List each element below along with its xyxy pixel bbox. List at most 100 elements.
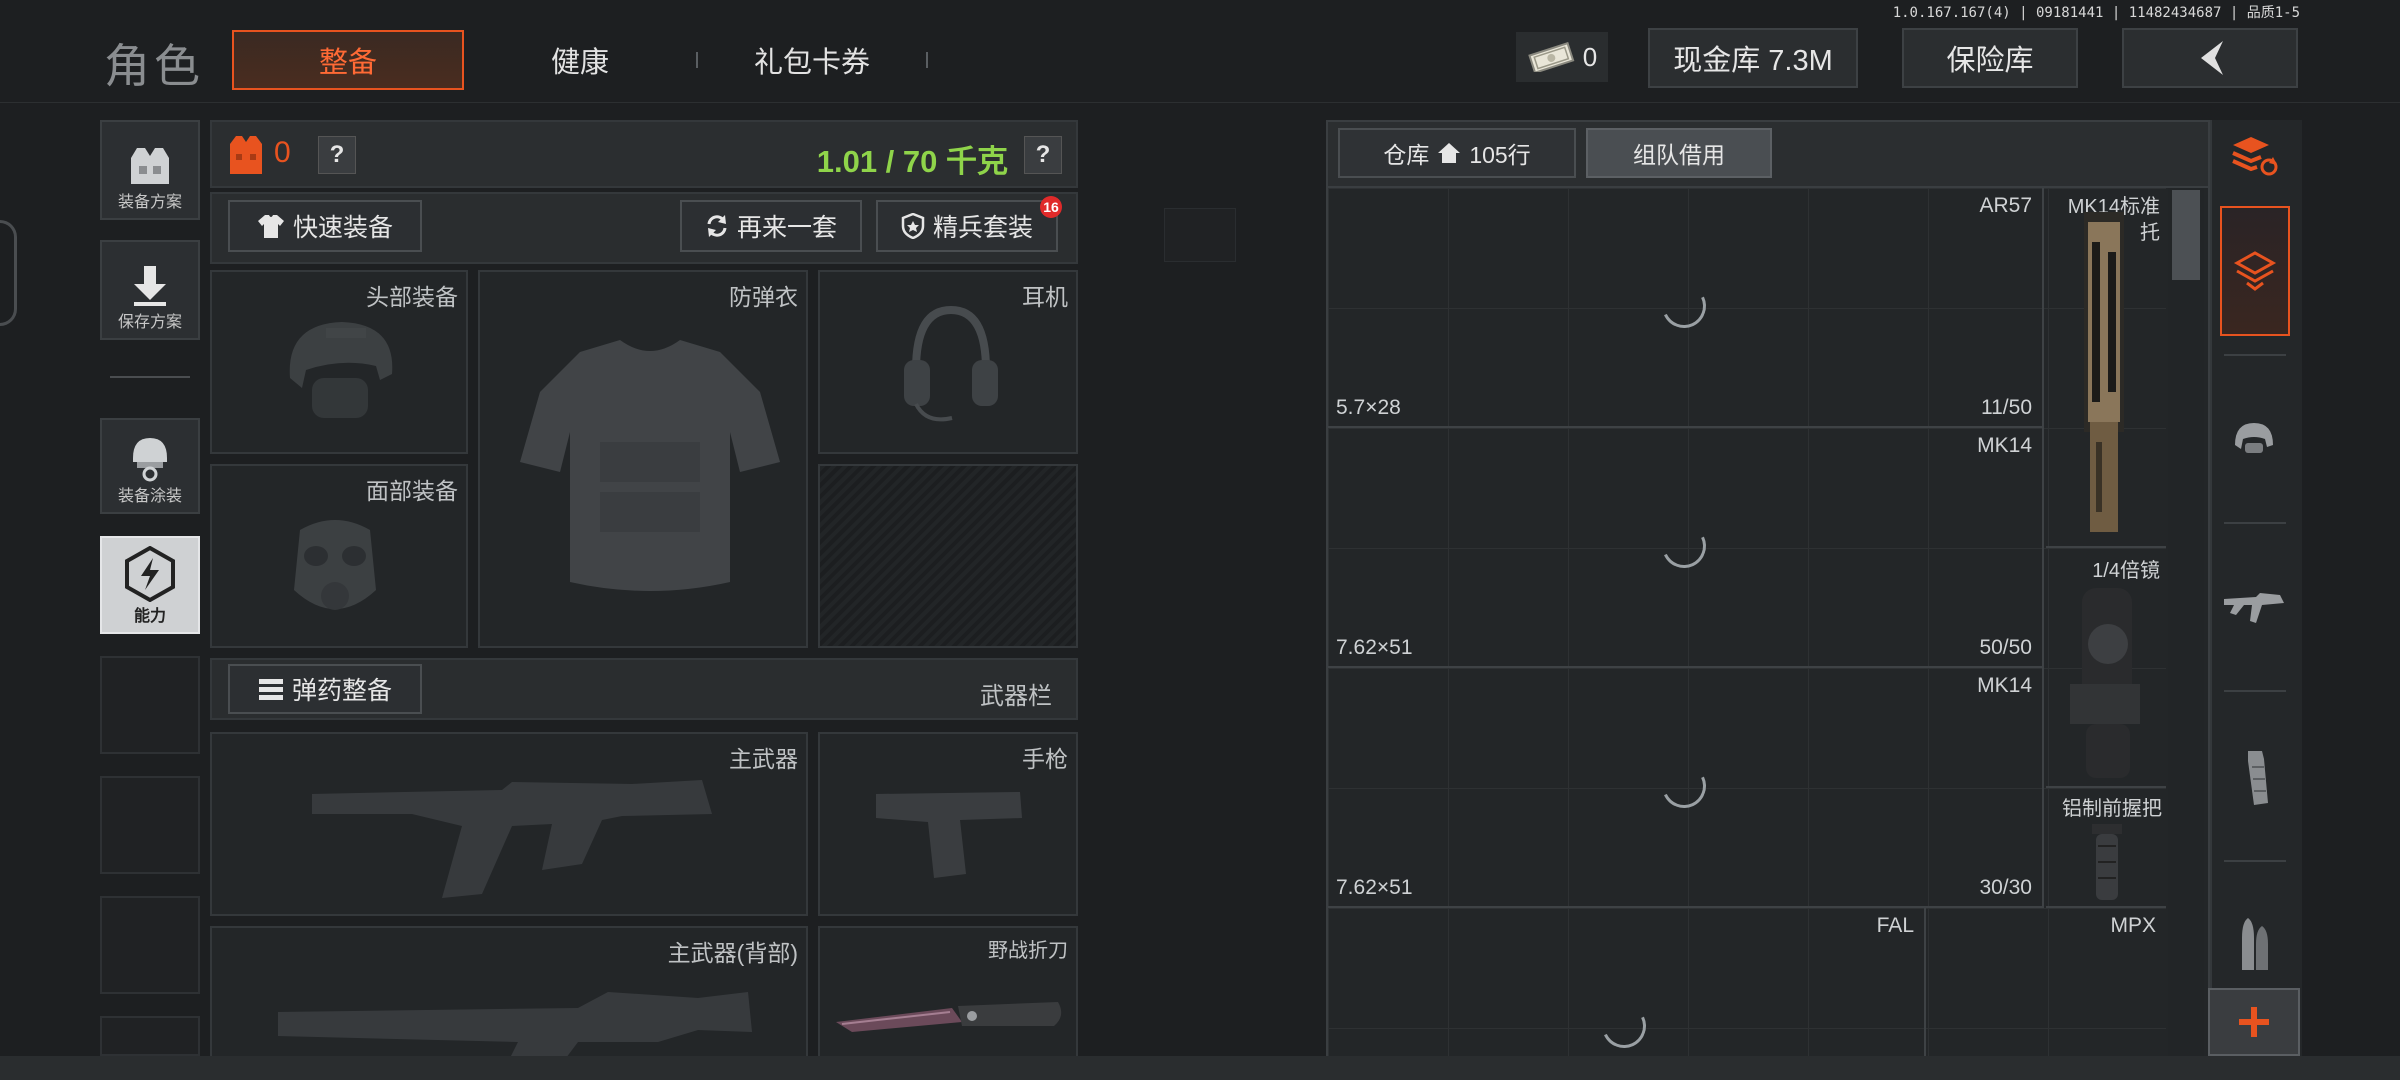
sidebar-empty-slot xyxy=(100,896,200,994)
lightning-badge-icon xyxy=(125,546,175,602)
filter-weapon-button[interactable] xyxy=(2210,566,2298,650)
tab-loadout[interactable]: 整备 xyxy=(232,30,464,90)
sidebar-empty-slot xyxy=(100,776,200,874)
chevron-left-icon xyxy=(2201,41,2223,75)
toolbar-divider xyxy=(2224,522,2286,524)
money-count: 0 xyxy=(1582,41,1598,72)
again-set-button[interactable]: 再来一套 xyxy=(680,200,862,252)
inventory-item[interactable]: 1/4倍镜 xyxy=(2046,548,2166,788)
stock-icon xyxy=(2084,212,2124,532)
item-name: MK14 xyxy=(1977,674,2032,697)
elite-badge: 16 xyxy=(1040,196,1062,218)
filter-helmet-button[interactable] xyxy=(2210,396,2298,480)
pistol-slot[interactable]: 手枪 xyxy=(818,732,1078,916)
loadout-status-bar: 0 ? 1.01 / 70 千克 ? xyxy=(210,120,1078,188)
tab-team-borrow[interactable]: 组队借用 xyxy=(1586,128,1772,178)
item-ammo: 7.62×51 xyxy=(1336,636,1413,659)
primary-weapon-slot[interactable]: 主武器 xyxy=(210,732,808,916)
inventory-item[interactable]: MK14 7.62×51 50/50 xyxy=(1328,428,2044,668)
inventory-item[interactable]: MK14 7.62×51 30/30 xyxy=(1328,668,2044,908)
weapon-bar-label: 武器栏 xyxy=(980,683,1052,710)
gas-mask-icon xyxy=(294,520,376,610)
inventory-item[interactable]: FAL xyxy=(1328,908,1926,1058)
primary-back-slot[interactable]: 主武器(背部) xyxy=(210,926,808,1058)
sidebar-item-save-plan[interactable]: 保存方案 xyxy=(100,240,200,340)
armor-icon xyxy=(230,136,262,174)
sidebar-item-ability[interactable]: 能力 xyxy=(100,536,200,634)
filter-ammo-button[interactable] xyxy=(2210,904,2298,984)
inventory-item[interactable]: AR57 5.7×28 11/50 xyxy=(1328,188,2044,428)
item-count: 30/30 xyxy=(1979,876,2032,899)
face-slot[interactable]: 面部装备 xyxy=(210,464,468,648)
headset-slot[interactable]: 耳机 xyxy=(818,270,1078,454)
weight-help-button[interactable]: ? xyxy=(1024,136,1062,174)
headset-icon xyxy=(904,305,998,422)
item-name: MPX xyxy=(2110,914,2156,937)
item-count: 50/50 xyxy=(1979,636,2032,659)
safe-box-label: 保险库 xyxy=(1946,45,2034,77)
headset-slot-label: 耳机 xyxy=(1022,284,1068,310)
loading-spinner xyxy=(1655,277,1713,335)
item-ammo: 7.62×51 xyxy=(1336,876,1413,899)
loading-spinner xyxy=(1655,517,1713,575)
item-ammo: 5.7×28 xyxy=(1336,396,1401,419)
back-button[interactable] xyxy=(2122,28,2298,88)
cash-icon xyxy=(1528,42,1575,72)
foregrip-icon xyxy=(2092,824,2122,900)
sidebar-item-label: 保存方案 xyxy=(117,314,182,331)
page-title: 角色 xyxy=(104,40,204,92)
help-symbol: ? xyxy=(329,141,345,168)
help-symbol: ? xyxy=(1035,141,1051,168)
sort-stack-button[interactable] xyxy=(2210,124,2298,190)
inventory-item[interactable]: MK14标准托 xyxy=(2046,188,2166,548)
sidebar-item-loadout-plan[interactable]: 装备方案 xyxy=(100,120,200,220)
inventory-item[interactable]: 铝制前握把 xyxy=(2046,788,2166,908)
quick-equip-button[interactable]: 快速装备 xyxy=(228,200,422,252)
toolbar-divider xyxy=(2224,860,2286,862)
filter-magazine-button[interactable] xyxy=(2210,736,2298,820)
rifle-back-icon xyxy=(278,992,752,1056)
armor-slot[interactable]: 防弹衣 xyxy=(478,270,808,648)
storage-rows: 105行 xyxy=(1469,142,1531,168)
elite-set-button[interactable]: 精兵套装 xyxy=(876,200,1058,252)
sidebar-item-label: 装备方案 xyxy=(117,194,182,211)
again-set-label: 再来一套 xyxy=(736,214,837,242)
tab-gift-cards[interactable]: 礼包卡券 xyxy=(712,30,912,90)
ammo-prep-button[interactable]: 弹药整备 xyxy=(228,664,422,714)
ammo-prep-label: 弹药整备 xyxy=(291,677,392,705)
sidebar-empty-slot xyxy=(100,1016,200,1056)
inventory-item[interactable]: MPX xyxy=(2046,908,2166,1058)
layers-icon xyxy=(2233,251,2277,291)
loading-spinner xyxy=(1655,757,1713,815)
filter-all-button[interactable] xyxy=(2220,206,2290,336)
cash-vault-label: 现金库 7.3M xyxy=(1673,45,1833,77)
knife-icon xyxy=(836,1002,1062,1032)
tab-health[interactable]: 健康 xyxy=(480,30,680,90)
head-slot-label: 头部装备 xyxy=(366,284,458,310)
money-display[interactable]: 0 xyxy=(1516,32,1608,82)
extra-slot[interactable] xyxy=(818,464,1078,648)
item-name: AR57 xyxy=(1979,194,2032,217)
ammo-list-icon xyxy=(258,679,283,700)
add-button[interactable] xyxy=(2208,988,2300,1056)
safe-box-button[interactable]: 保险库 xyxy=(1902,28,2078,88)
warehouse-scrollbar-thumb[interactable] xyxy=(2172,190,2200,280)
item-name: 铝制前握把 xyxy=(2062,798,2162,820)
quick-equip-label: 快速装备 xyxy=(292,214,393,242)
tab-divider xyxy=(926,52,928,68)
tab-team-borrow-label: 组队借用 xyxy=(1633,142,1725,168)
version-info: 1.0.167.167(4) | 09181441 | 11482434687 … xyxy=(1892,5,2300,21)
sidebar-item-paint[interactable]: 装备涂装 xyxy=(100,418,200,514)
cash-vault-button[interactable]: 现金库 7.3M xyxy=(1648,28,1858,88)
elite-badge-count: 16 xyxy=(1043,199,1059,215)
tab-gift-cards-label: 礼包卡券 xyxy=(753,47,870,79)
item-count: 11/50 xyxy=(1981,396,2032,419)
warehouse-scrollbar-track[interactable] xyxy=(2168,188,2204,1058)
armor-help-button[interactable]: ? xyxy=(318,136,356,174)
knife-slot[interactable]: 野战折刀 xyxy=(818,926,1078,1058)
bottom-bar xyxy=(0,1056,2400,1080)
face-slot-label: 面部装备 xyxy=(366,478,458,504)
armor-slot-label: 防弹衣 xyxy=(729,284,798,310)
head-slot[interactable]: 头部装备 xyxy=(210,270,468,454)
tab-storage[interactable]: 仓库 105行 xyxy=(1338,128,1576,178)
